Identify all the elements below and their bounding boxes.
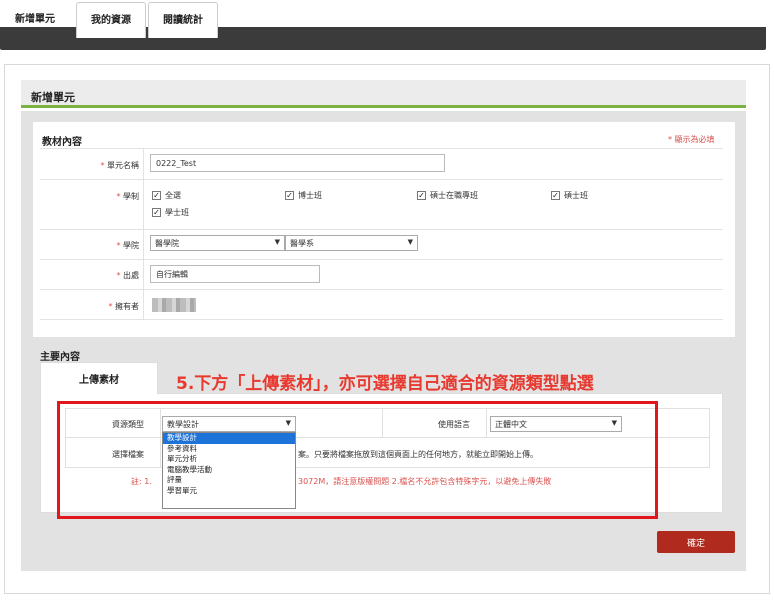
system-checkbox-all[interactable]: ✓ 全選 — [152, 190, 181, 201]
department-select[interactable]: 醫學系 ▼ — [285, 235, 418, 251]
confirm-button[interactable]: 確定 — [657, 531, 735, 553]
checkbox-checked-icon: ✓ — [417, 191, 426, 200]
system-checkbox-bachelor[interactable]: ✓ 學士班 — [152, 207, 189, 218]
college-label: * 學院 — [116, 241, 139, 250]
checkbox-checked-icon: ✓ — [551, 191, 560, 200]
dropdown-arrow-icon: ▼ — [407, 238, 413, 246]
form-divider — [143, 148, 144, 320]
instruction-annotation: 5.下方「上傳素材」，亦可選擇自己適合的資源類型點選 — [176, 374, 594, 394]
system-label: * 學制 — [116, 192, 139, 201]
system-checkbox-phd[interactable]: ✓ 博士班 — [285, 190, 322, 201]
unit-name-input[interactable] — [150, 154, 445, 172]
tab-add-unit[interactable]: 新增單元 — [0, 2, 70, 32]
owner-value-blurred — [152, 298, 196, 312]
top-tab-bar: 新增單元 我的資源 閱讀統計 — [0, 0, 774, 50]
source-label: * 出處 — [116, 271, 139, 280]
highlight-box — [57, 401, 658, 519]
page-header: 新增單元 — [21, 80, 746, 108]
checkbox-checked-icon: ✓ — [152, 191, 161, 200]
dropdown-arrow-icon: ▼ — [274, 238, 280, 246]
main-section-title: 主要內容 — [40, 352, 80, 363]
owner-label: * 擁有者 — [108, 302, 139, 311]
source-input[interactable] — [150, 265, 320, 283]
unit-name-label: * 單元名稱 — [100, 161, 139, 170]
system-checkbox-master[interactable]: ✓ 碩士班 — [551, 190, 588, 201]
tab-my-resources[interactable]: 我的資源 — [76, 2, 146, 38]
college-select[interactable]: 醫學院 ▼ — [150, 235, 285, 251]
page-title: 新增單元 — [31, 91, 75, 104]
tab-upload-material[interactable]: 上傳素材 — [40, 362, 158, 394]
checkbox-checked-icon: ✓ — [152, 208, 161, 217]
checkbox-checked-icon: ✓ — [285, 191, 294, 200]
required-note: * 顯示為必填 — [668, 135, 715, 144]
tab-reading-stats[interactable]: 閱讀統計 — [148, 2, 218, 38]
system-checkbox-inservice-master[interactable]: ✓ 碩士在職專班 — [417, 190, 478, 201]
material-section-title: 教材內容 — [42, 137, 82, 148]
